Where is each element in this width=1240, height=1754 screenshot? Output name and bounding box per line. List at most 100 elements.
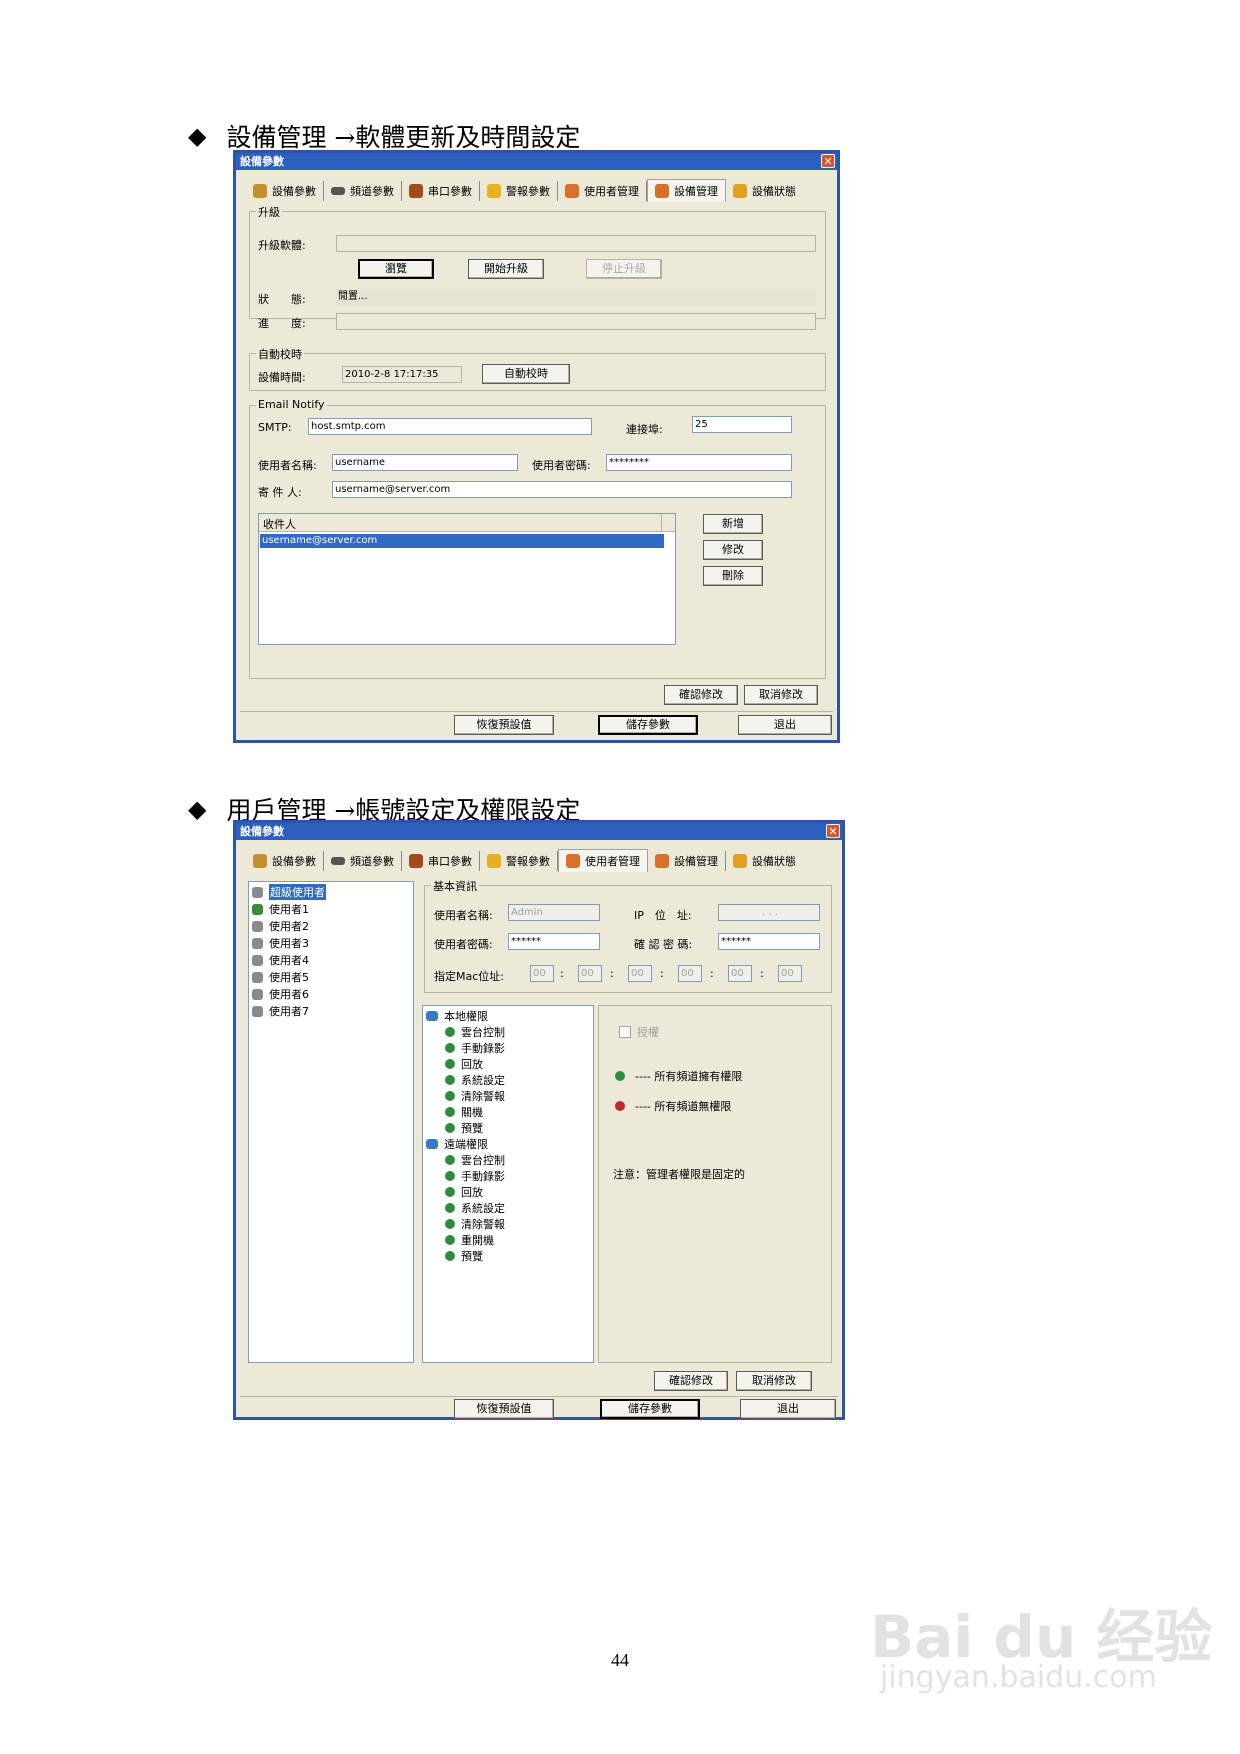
- cancel-changes-button[interactable]: 取消修改: [736, 1371, 812, 1391]
- tab-serial-params[interactable]: 串口參數: [402, 181, 480, 201]
- tab-channel-params[interactable]: 頻道參數: [324, 851, 402, 871]
- recipients-list[interactable]: 收件人 username@server.com: [258, 513, 676, 645]
- port-label: 連接埠:: [626, 423, 663, 436]
- mac-separator: :: [660, 967, 664, 980]
- green-dot-icon: [445, 1251, 455, 1261]
- tree-item[interactable]: 回放: [445, 1184, 483, 1200]
- smtp-input[interactable]: host.smtp.com: [308, 418, 592, 435]
- close-icon[interactable]: ✕: [821, 154, 835, 168]
- ip-input[interactable]: . . .: [718, 904, 820, 921]
- tree-item[interactable]: 關機: [445, 1104, 483, 1120]
- tab-device-management[interactable]: 設備管理: [648, 851, 726, 871]
- confirm-changes-button[interactable]: 確認修改: [664, 685, 738, 705]
- permission-tree[interactable]: 本地權限 雲台控制 手動錄影 回放 系統設定 清除警報 關機 預覽 遠端權限 雲台控制 手動錄影 回放…: [422, 1005, 594, 1363]
- tree-item[interactable]: 預覽: [445, 1120, 483, 1136]
- tree-item[interactable]: 系統設定: [445, 1072, 505, 1088]
- mac-separator: :: [760, 967, 764, 980]
- tab-user-management[interactable]: 使用者管理: [558, 849, 648, 872]
- bullet-icon: ◆: [188, 795, 207, 823]
- exit-button[interactable]: 退出: [738, 715, 832, 735]
- tab-alarm-params[interactable]: 警報參數: [480, 851, 558, 871]
- list-item[interactable]: 使用者6: [252, 986, 309, 1002]
- tab-device-status[interactable]: 設備狀態: [726, 851, 803, 871]
- list-item[interactable]: 使用者3: [252, 935, 309, 951]
- upgrade-file-field[interactable]: [336, 235, 816, 252]
- mac-octet-input[interactable]: 00: [628, 965, 652, 982]
- progress-bar: [336, 313, 816, 330]
- green-dot-icon: [445, 1171, 455, 1181]
- tab-device-params[interactable]: 設備參數: [246, 181, 324, 201]
- exit-button[interactable]: 退出: [740, 1399, 836, 1419]
- monitor-icon: [426, 1011, 438, 1021]
- list-item[interactable]: 使用者5: [252, 969, 309, 985]
- user-list[interactable]: 超級使用者 使用者1 使用者2 使用者3 使用者4 使用者5 使用者6 使用者7: [248, 881, 414, 1363]
- tree-group[interactable]: 遠端權限: [426, 1136, 488, 1152]
- delete-recipient-button[interactable]: 刪除: [703, 566, 763, 586]
- tree-item[interactable]: 預覽: [445, 1248, 483, 1264]
- browse-button[interactable]: 瀏覽: [358, 259, 434, 279]
- star-icon: [733, 184, 747, 198]
- auto-time-button[interactable]: 自動校時: [482, 364, 570, 384]
- tree-item[interactable]: 清除警報: [445, 1088, 505, 1104]
- restore-defaults-button[interactable]: 恢復預設值: [454, 1399, 554, 1419]
- tab-device-status[interactable]: 設備狀態: [726, 181, 803, 201]
- confirm-changes-button[interactable]: 確認修改: [654, 1371, 728, 1391]
- list-item[interactable]: 使用者4: [252, 952, 309, 968]
- tree-item[interactable]: 系統設定: [445, 1200, 505, 1216]
- tab-channel-params[interactable]: 頻道參數: [324, 181, 402, 201]
- confirm-password-input[interactable]: ******: [718, 933, 820, 950]
- stop-upgrade-button[interactable]: 停止升級: [586, 259, 662, 279]
- mac-octet-input[interactable]: 00: [530, 965, 554, 982]
- list-item[interactable]: 超級使用者: [252, 884, 326, 900]
- tree-item[interactable]: 手動錄影: [445, 1168, 505, 1184]
- save-params-button[interactable]: 儲存參數: [600, 1399, 700, 1419]
- username-input[interactable]: Admin: [508, 904, 600, 921]
- password-input[interactable]: ******: [508, 933, 600, 950]
- mac-octet-input[interactable]: 00: [578, 965, 602, 982]
- edit-recipient-button[interactable]: 修改: [703, 540, 763, 560]
- warning-icon: [487, 854, 501, 868]
- email-username-input[interactable]: username: [332, 454, 518, 471]
- upgrade-software-label: 升級軟體:: [258, 239, 306, 252]
- legend-no-channels: ---- 所有頻道無權限: [615, 1098, 731, 1114]
- tree-item[interactable]: 手動錄影: [445, 1040, 505, 1056]
- user-icon: [252, 903, 263, 915]
- tab-user-management[interactable]: 使用者管理: [558, 181, 647, 201]
- tab-serial-params[interactable]: 串口參數: [402, 851, 480, 871]
- autotime-legend: 自動校時: [256, 346, 304, 362]
- port-input[interactable]: 25: [692, 416, 792, 433]
- restore-defaults-button[interactable]: 恢復預設值: [454, 715, 554, 735]
- email-password-input[interactable]: ********: [606, 454, 792, 471]
- user-icon: [252, 1005, 263, 1017]
- tree-item[interactable]: 雲台控制: [445, 1152, 505, 1168]
- email-legend: Email Notify: [256, 398, 327, 411]
- tab-alarm-params[interactable]: 警報參數: [480, 181, 558, 201]
- auth-checkbox[interactable]: [619, 1026, 631, 1038]
- sender-input[interactable]: username@server.com: [332, 481, 792, 498]
- close-icon[interactable]: ✕: [826, 824, 840, 838]
- tree-item[interactable]: 雲台控制: [445, 1024, 505, 1040]
- add-recipient-button[interactable]: 新增: [703, 514, 763, 534]
- tree-item[interactable]: 重開機: [445, 1232, 494, 1248]
- green-dot-icon: [445, 1043, 455, 1053]
- tree-item[interactable]: 清除警報: [445, 1216, 505, 1232]
- mac-octet-input[interactable]: 00: [778, 965, 802, 982]
- tree-group[interactable]: 本地權限: [426, 1008, 488, 1024]
- key-icon: [655, 184, 669, 198]
- permission-info-panel: 授權 ---- 所有頻道擁有權限 ---- 所有頻道無權限 注意：管理者權限是固…: [598, 1005, 832, 1363]
- mac-octet-input[interactable]: 00: [678, 965, 702, 982]
- tab-device-management[interactable]: 設備管理: [647, 179, 726, 202]
- list-item[interactable]: 使用者7: [252, 1003, 309, 1019]
- cancel-changes-button[interactable]: 取消修改: [744, 685, 818, 705]
- list-item[interactable]: 使用者2: [252, 918, 309, 934]
- mac-octet-input[interactable]: 00: [728, 965, 752, 982]
- section1-heading: ◆ 設備管理 →軟體更新及時間設定: [188, 118, 580, 154]
- auth-checkbox-row[interactable]: 授權: [619, 1024, 659, 1040]
- green-dot-icon: [445, 1235, 455, 1245]
- save-params-button[interactable]: 儲存參數: [598, 715, 698, 735]
- start-upgrade-button[interactable]: 開始升級: [468, 259, 544, 279]
- list-item[interactable]: username@server.com: [260, 534, 664, 548]
- list-item[interactable]: 使用者1: [252, 901, 309, 917]
- tab-device-params[interactable]: 設備參數: [246, 851, 324, 871]
- tree-item[interactable]: 回放: [445, 1056, 483, 1072]
